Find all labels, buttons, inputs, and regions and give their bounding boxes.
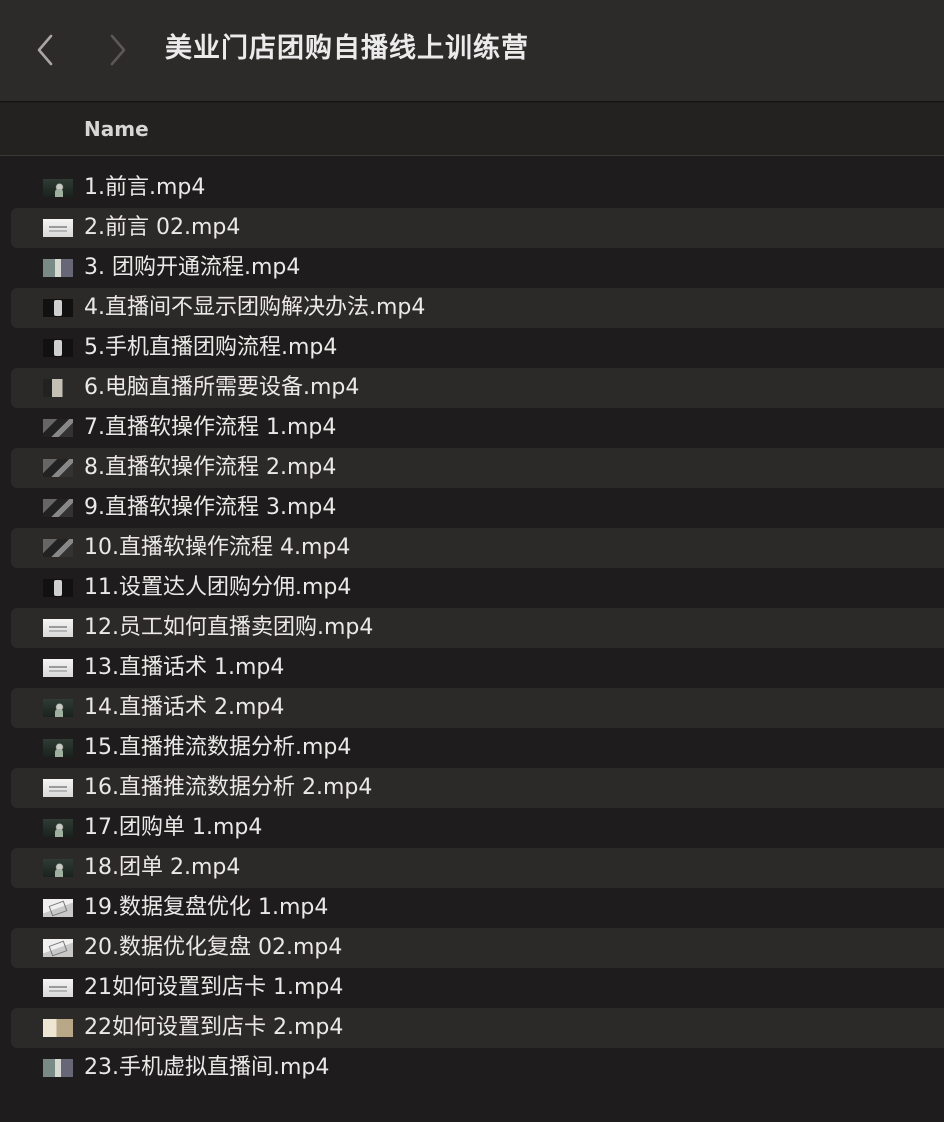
- file-name: 7.直播软操作流程 1.mp4: [84, 415, 337, 440]
- column-header: Name: [0, 103, 944, 156]
- back-button[interactable]: [30, 32, 60, 68]
- file-list: 1.前言.mp4 2.前言 02.mp4 3. 团购开通流程.mp4 4.直播间不显示…: [0, 168, 944, 1088]
- file-name: 3. 团购开通流程.mp4: [84, 255, 301, 280]
- file-name: 19.数据复盘优化 1.mp4: [84, 895, 329, 920]
- file-row[interactable]: 3. 团购开通流程.mp4: [11, 248, 944, 288]
- file-name: 9.直播软操作流程 3.mp4: [84, 495, 337, 520]
- video-thumbnail-icon: [43, 979, 73, 997]
- video-thumbnail-icon: [43, 1019, 73, 1037]
- file-name: 11.设置达人团购分佣.mp4: [84, 575, 352, 600]
- video-thumbnail-icon: [43, 379, 73, 397]
- file-name: 18.团单 2.mp4: [84, 855, 241, 880]
- file-name: 2.前言 02.mp4: [84, 215, 241, 240]
- file-name: 1.前言.mp4: [84, 175, 206, 200]
- file-row[interactable]: 20.数据优化复盘 02.mp4: [11, 928, 944, 968]
- video-thumbnail-icon: [43, 699, 73, 717]
- video-thumbnail-icon: [43, 579, 73, 597]
- window-titlebar: 美业门店团购自播线上训练营: [0, 0, 944, 102]
- video-thumbnail-icon: [43, 939, 73, 957]
- video-thumbnail-icon: [43, 819, 73, 837]
- file-name: 20.数据优化复盘 02.mp4: [84, 935, 343, 960]
- file-name: 14.直播话术 2.mp4: [84, 695, 285, 720]
- video-thumbnail-icon: [43, 1059, 73, 1077]
- file-name: 21如何设置到店卡 1.mp4: [84, 975, 344, 1000]
- file-row[interactable]: 6.电脑直播所需要设备.mp4: [11, 368, 944, 408]
- video-thumbnail-icon: [43, 459, 73, 477]
- file-row[interactable]: 10.直播软操作流程 4.mp4: [11, 528, 944, 568]
- video-thumbnail-icon: [43, 619, 73, 637]
- file-row[interactable]: 18.团单 2.mp4: [11, 848, 944, 888]
- file-name: 15.直播推流数据分析.mp4: [84, 735, 352, 760]
- file-row[interactable]: 19.数据复盘优化 1.mp4: [11, 888, 944, 928]
- file-row[interactable]: 4.直播间不显示团购解决办法.mp4: [11, 288, 944, 328]
- video-thumbnail-icon: [43, 499, 73, 517]
- file-name: 4.直播间不显示团购解决办法.mp4: [84, 295, 426, 320]
- video-thumbnail-icon: [43, 739, 73, 757]
- video-thumbnail-icon: [43, 659, 73, 677]
- video-thumbnail-icon: [43, 339, 73, 357]
- chevron-right-icon: [110, 34, 126, 66]
- video-thumbnail-icon: [43, 539, 73, 557]
- file-row[interactable]: 5.手机直播团购流程.mp4: [11, 328, 944, 368]
- file-name: 6.电脑直播所需要设备.mp4: [84, 375, 360, 400]
- file-name: 8.直播软操作流程 2.mp4: [84, 455, 337, 480]
- file-row[interactable]: 7.直播软操作流程 1.mp4: [11, 408, 944, 448]
- chevron-left-icon: [37, 34, 53, 66]
- file-row[interactable]: 15.直播推流数据分析.mp4: [11, 728, 944, 768]
- video-thumbnail-icon: [43, 179, 73, 197]
- window-title: 美业门店团购自播线上训练营: [165, 33, 529, 64]
- video-thumbnail-icon: [43, 779, 73, 797]
- file-name: 22如何设置到店卡 2.mp4: [84, 1015, 344, 1040]
- video-thumbnail-icon: [43, 859, 73, 877]
- file-row[interactable]: 8.直播软操作流程 2.mp4: [11, 448, 944, 488]
- file-name: 23.手机虚拟直播间.mp4: [84, 1055, 330, 1080]
- file-row[interactable]: 9.直播软操作流程 3.mp4: [11, 488, 944, 528]
- video-thumbnail-icon: [43, 219, 73, 237]
- file-name: 17.团购单 1.mp4: [84, 815, 263, 840]
- file-row[interactable]: 23.手机虚拟直播间.mp4: [11, 1048, 944, 1088]
- file-row[interactable]: 1.前言.mp4: [11, 168, 944, 208]
- file-row[interactable]: 14.直播话术 2.mp4: [11, 688, 944, 728]
- video-thumbnail-icon: [43, 299, 73, 317]
- file-row[interactable]: 2.前言 02.mp4: [11, 208, 944, 248]
- video-thumbnail-icon: [43, 259, 73, 277]
- file-row[interactable]: 22如何设置到店卡 2.mp4: [11, 1008, 944, 1048]
- file-name: 13.直播话术 1.mp4: [84, 655, 285, 680]
- file-row[interactable]: 21如何设置到店卡 1.mp4: [11, 968, 944, 1008]
- file-name: 16.直播推流数据分析 2.mp4: [84, 775, 373, 800]
- file-row[interactable]: 12.员工如何直播卖团购.mp4: [11, 608, 944, 648]
- column-header-name[interactable]: Name: [84, 116, 149, 142]
- file-name: 5.手机直播团购流程.mp4: [84, 335, 338, 360]
- file-row[interactable]: 13.直播话术 1.mp4: [11, 648, 944, 688]
- file-row[interactable]: 11.设置达人团购分佣.mp4: [11, 568, 944, 608]
- file-row[interactable]: 16.直播推流数据分析 2.mp4: [11, 768, 944, 808]
- file-row[interactable]: 17.团购单 1.mp4: [11, 808, 944, 848]
- file-name: 12.员工如何直播卖团购.mp4: [84, 615, 374, 640]
- file-name: 10.直播软操作流程 4.mp4: [84, 535, 351, 560]
- forward-button[interactable]: [103, 32, 133, 68]
- video-thumbnail-icon: [43, 899, 73, 917]
- video-thumbnail-icon: [43, 419, 73, 437]
